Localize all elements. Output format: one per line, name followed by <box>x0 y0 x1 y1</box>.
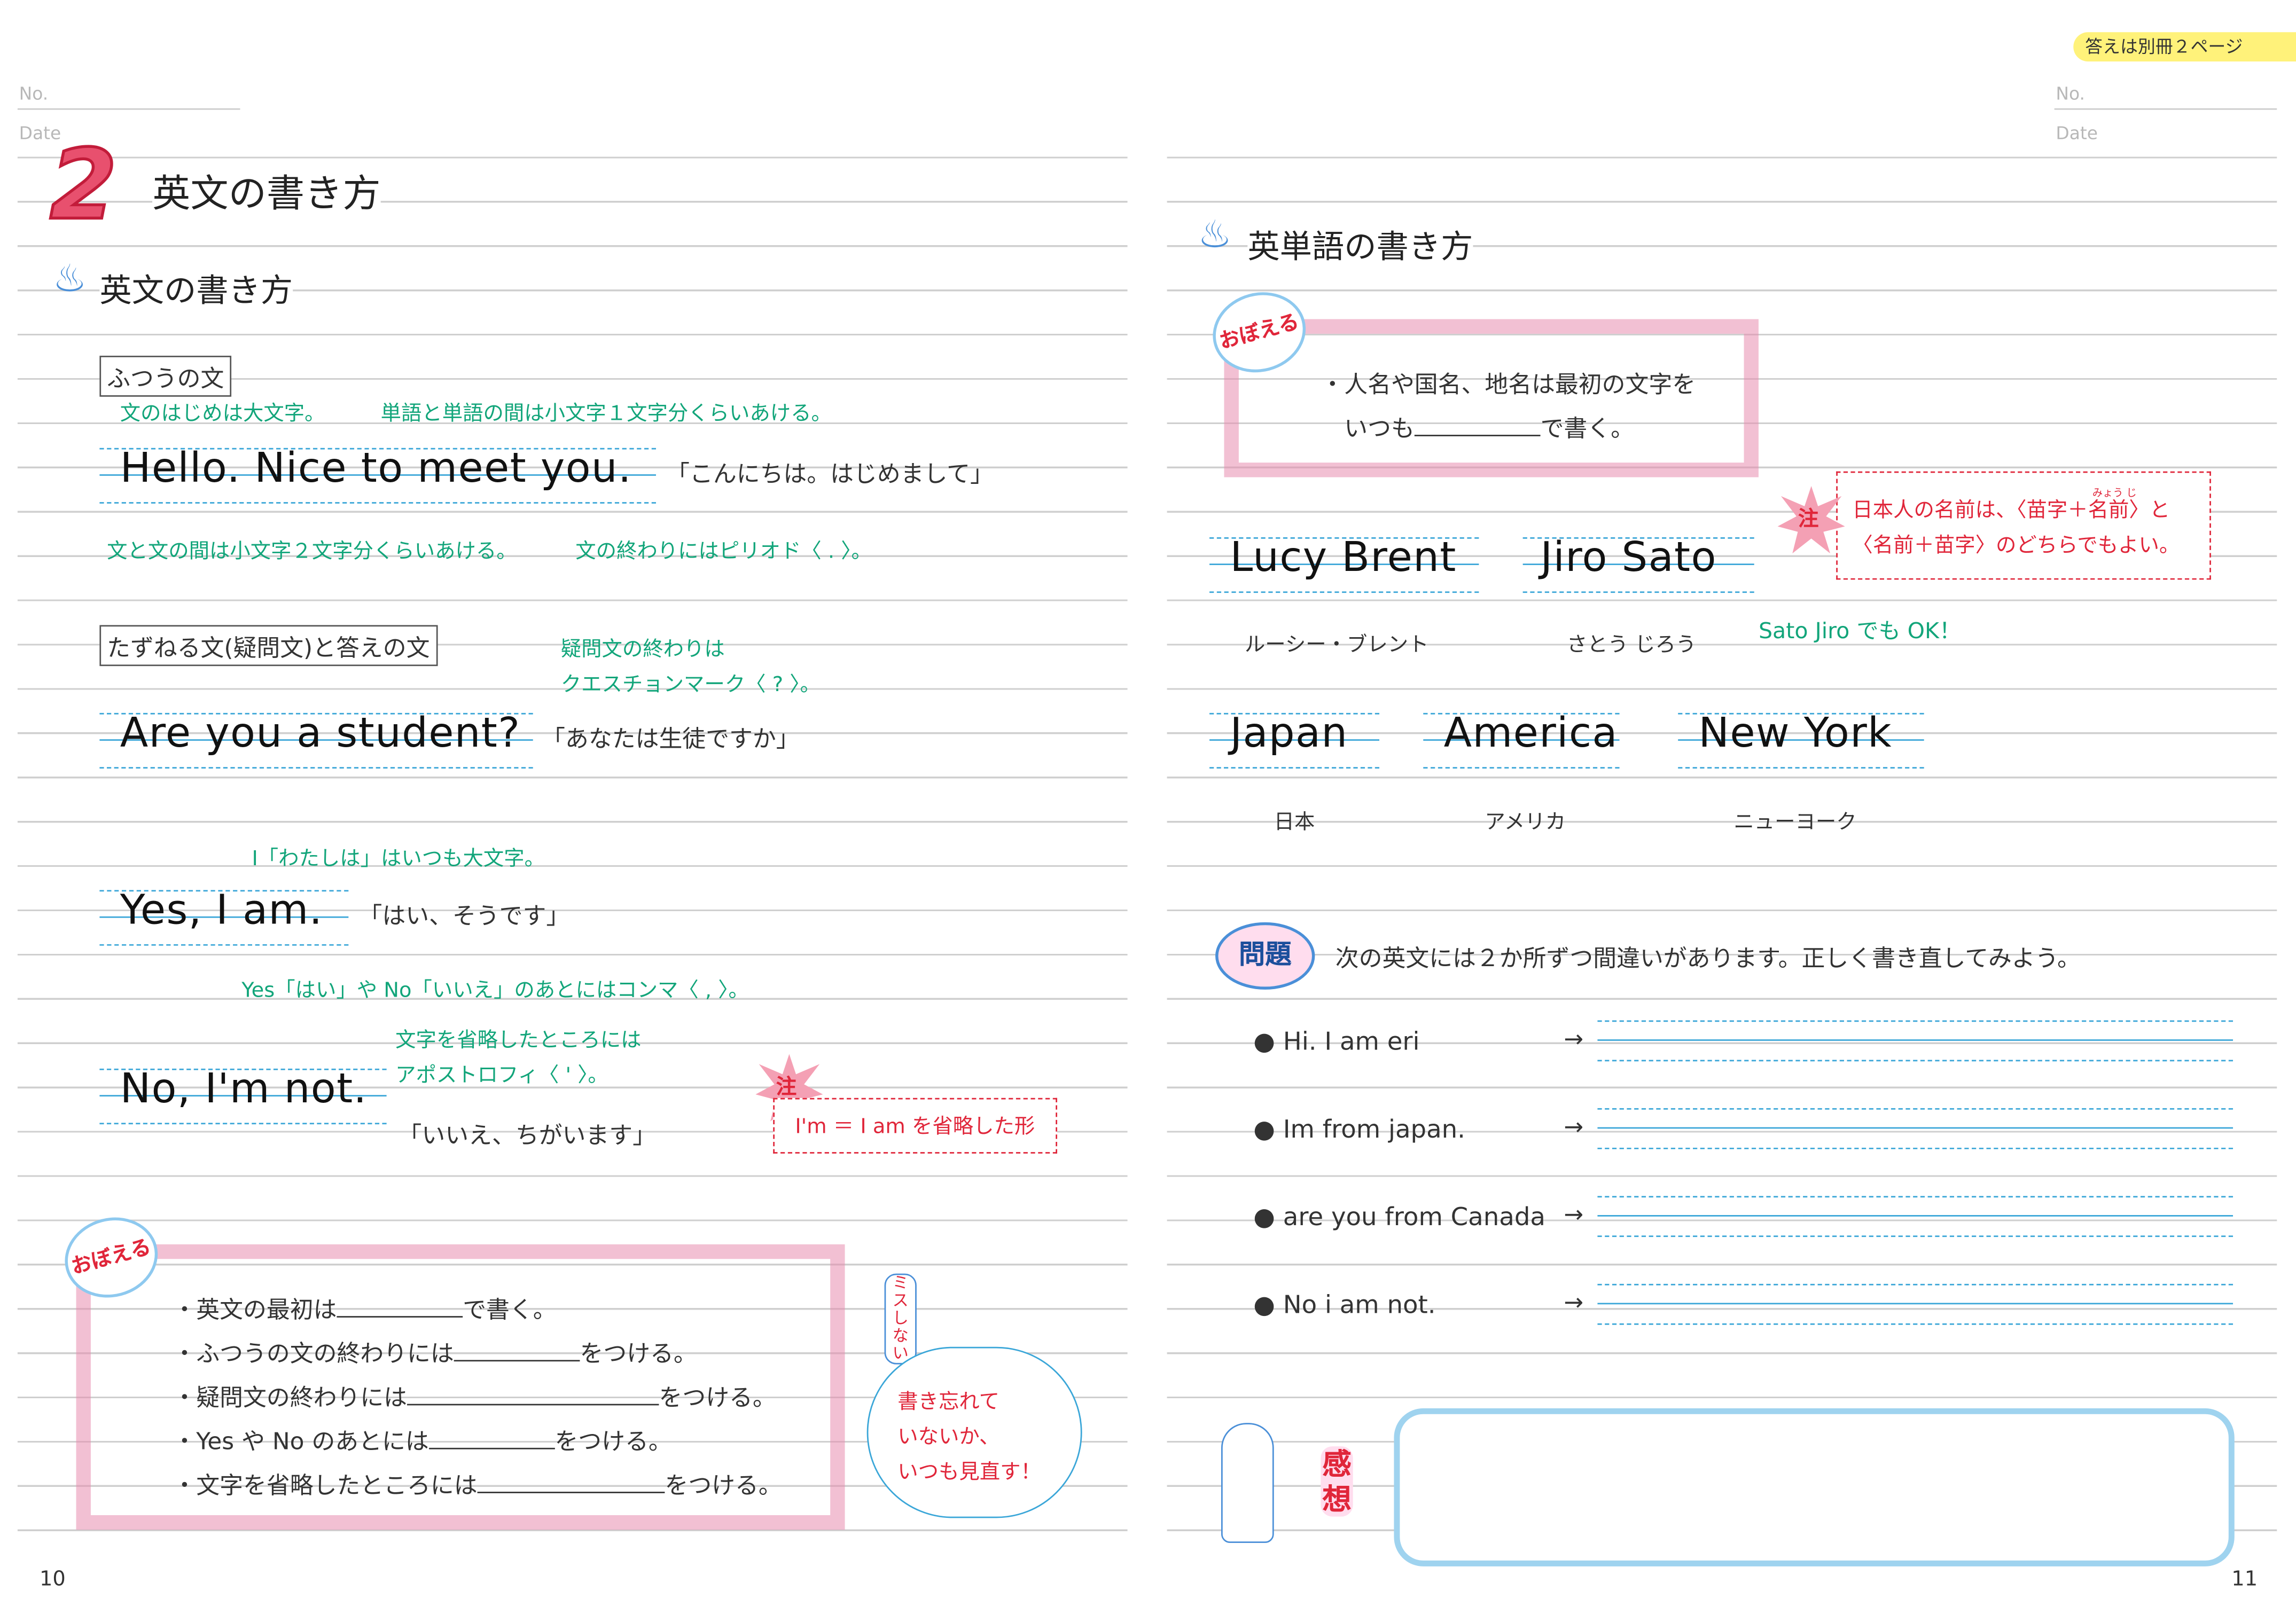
place-word: America <box>1443 708 1618 757</box>
thought-cloud: 書き忘れて いないか、 いつも見直す！ <box>866 1346 1082 1518</box>
answer-line-4[interactable] <box>1597 1283 2233 1325</box>
right-page: 答えは別冊２ページ No. Date ♨ 英単語の書き方 おぼえる ・人名や国名… <box>1148 0 2296 1622</box>
chu-badge: 注 <box>776 1076 797 1100</box>
oboeru-item: ・ふつうの文の終わりには をつける。 <box>173 1339 697 1368</box>
place-word: New York <box>1698 708 1892 757</box>
sato-note: Sato Jiro でも OK！ <box>1758 617 1962 645</box>
left-page: No. Date 2 英文の書き方 ♨ 英文の書き方 ふつうの文 文のはじめは大… <box>0 0 1148 1622</box>
arrow-icon: → <box>1564 1200 1584 1228</box>
section-title: 英文の書き方 <box>99 265 293 312</box>
ghost-mascot-icon <box>1221 1423 1274 1543</box>
problem-badge: 問題 <box>1215 922 1315 990</box>
flame-icon: ♨ <box>1198 214 1232 258</box>
chu-note: みょう じ 日本人の名前は、〈苗字＋名前〉と 〈名前＋苗字〉のどちらでもよい。 <box>1836 471 2211 580</box>
oboeru-item: ・英文の最初は で書く。 <box>173 1295 557 1323</box>
arrow-icon: → <box>1564 1288 1584 1317</box>
translation: 「こんにちは。はじめまして」 <box>666 459 994 488</box>
oboeru-item: ・疑問文の終わりには をつける。 <box>173 1383 776 1412</box>
place-word: Japan <box>1230 708 1348 757</box>
chu-note: I'm ＝ I am を省略した形 <box>773 1098 1057 1154</box>
question-sentence: Are you a student? <box>120 708 521 757</box>
oboeru-item: ・人名や国名、地名は最初の文字を <box>1321 370 1696 398</box>
section-title: 英単語の書き方 <box>1247 221 1473 268</box>
oboeru-item: ・文字を省略したところには をつける。 <box>173 1471 782 1499</box>
oboeru-item: ・Yes や No のあとには をつける。 <box>173 1427 672 1455</box>
chapter-number: 2 <box>48 127 118 243</box>
no-label: No. <box>19 83 49 104</box>
kansou-badge: 感想 <box>1321 1446 1353 1517</box>
problem-item: ● Im from japan. <box>1253 1115 1466 1145</box>
cloud-text: 書き忘れて <box>897 1390 999 1414</box>
name-reading: ルーシー・ブレント <box>1244 633 1429 657</box>
plain-sentence-label: ふつうの文 <box>99 356 232 397</box>
translation: 「はい、そうです」 <box>358 902 570 930</box>
problem-instruction: 次の英文には２か所ずつ間違いがあります。正しく書き直してみよう。 <box>1335 944 2081 973</box>
problem-item: ● No i am not. <box>1253 1291 1436 1321</box>
answer-sentence-yes: Yes, I am. <box>120 886 323 934</box>
no-label: No. <box>2056 83 2085 104</box>
flame-icon: ♨ <box>52 257 87 302</box>
place-reading: ニューヨーク <box>1733 811 1857 835</box>
note-qmark: 疑問文の終わりは <box>560 638 725 662</box>
date-label: Date <box>2056 123 2098 144</box>
name-word: Lucy Brent <box>1230 532 1457 582</box>
name-reading: さとう じろう <box>1566 633 1697 657</box>
page-number: 10 <box>40 1568 66 1592</box>
chapter-title: 英文の書き方 <box>152 163 381 218</box>
chu-text: 〈名前＋苗字〉のどちらでもよい。 <box>1852 534 2180 558</box>
note-apostrophe-2: アポストロフィ〈 ' 〉。 <box>395 1064 608 1088</box>
ruby: みょう じ <box>2092 487 2137 499</box>
translation: 「あなたは生徒ですか」 <box>542 724 800 753</box>
arrow-icon: → <box>1564 1112 1584 1141</box>
impressions-box[interactable] <box>1394 1408 2235 1566</box>
note-comma: Yes「はい」や No「いいえ」のあとにはコンマ〈 , 〉。 <box>241 979 749 1003</box>
note-qmark-2: クエスチョンマーク〈 ? 〉。 <box>560 673 821 697</box>
note-period: 文の終わりにはピリオド〈 . 〉。 <box>575 540 872 564</box>
page-number: 11 <box>2231 1568 2258 1592</box>
note-sentence-space: 文と文の間は小文字２文字分くらいあける。 <box>107 540 517 564</box>
problem-item: ● Hi. I am eri <box>1253 1028 1420 1057</box>
name-word: Jiro Sato <box>1540 532 1717 582</box>
answer-reference-tab: 答えは別冊２ページ <box>2073 32 2296 62</box>
answer-line-3[interactable] <box>1597 1196 2233 1237</box>
problem-item: ● are you from Canada <box>1253 1203 1545 1233</box>
place-reading: 日本 <box>1274 811 1315 835</box>
workbook-spread: No. Date 2 英文の書き方 ♨ 英文の書き方 ふつうの文 文のはじめは大… <box>0 0 2296 1622</box>
miss-badge: ミスしない <box>884 1273 917 1365</box>
note-i: I「わたしは」はいつも大文字。 <box>252 848 545 871</box>
oboeru-item: いつも で書く。 <box>1344 414 1635 442</box>
note-word-space: 単語と単語の間は小文字１文字分くらいあける。 <box>380 402 832 426</box>
place-reading: アメリカ <box>1485 811 1566 835</box>
cloud-text: いないか、 <box>897 1425 1000 1449</box>
translation: 「いいえ、ちがいます」 <box>398 1121 657 1149</box>
question-label: たずねる文(疑問文)と答えの文 <box>99 625 438 667</box>
cloud-text: いつも見直す！ <box>897 1461 1041 1485</box>
answer-sentence-no: No, I'm not. <box>120 1064 368 1113</box>
chu-badge: 注 <box>1798 508 1819 531</box>
example-sentence: Hello. Nice to meet you. <box>120 443 632 492</box>
answer-line-1[interactable] <box>1597 1020 2233 1062</box>
arrow-icon: → <box>1564 1024 1584 1053</box>
note-apostrophe: 文字を省略したところには <box>395 1029 642 1053</box>
note-capital: 文のはじめは大文字。 <box>120 402 325 426</box>
answer-line-2[interactable] <box>1597 1108 2233 1149</box>
